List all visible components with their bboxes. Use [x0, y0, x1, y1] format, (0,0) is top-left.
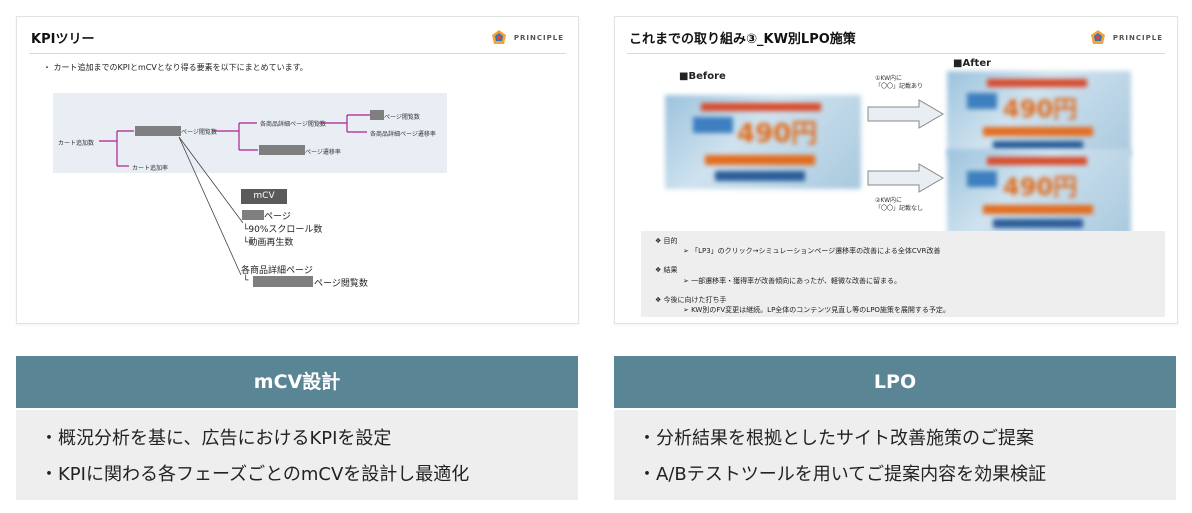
mcv-line: ページ [264, 212, 291, 222]
tree-rate-label: カート追加率 [132, 165, 169, 172]
note-top-text: ①KW内に 「〇〇」記載あり [875, 75, 924, 90]
arrow-right-icon [867, 99, 944, 129]
after-label: ■After [953, 58, 992, 69]
tree-product-views-label: 各商品詳細ページ閲覧数 [260, 121, 326, 128]
banner-price: 490円 [737, 119, 818, 149]
redacted-box [259, 145, 305, 155]
lpo-caption: LPO [614, 356, 1176, 408]
note-bottom: ②KW内に 「〇〇」記載なし [875, 197, 923, 213]
redacted-box [370, 110, 384, 120]
description-item: ・A/Bテストツールを用いてご提案内容を効果検証 [638, 464, 1047, 485]
summary-heading: ❖ 目的 [655, 237, 678, 245]
slide-title: これまでの取り組み③_KW別LPO施策 [629, 32, 856, 47]
tree-page-views-2-label: ページ閲覧数 [384, 114, 420, 121]
summary-body: ➢ 「LP3」のクリック→シミュレーションページ遷移率の改善による全体CVR改善 [683, 247, 941, 255]
description-item: ・分析結果を根拠としたサイト改善施策のご提案 [638, 428, 1034, 449]
tree-root-label: カート追加数 [58, 140, 95, 147]
lpo-description: ・分析結果を根拠としたサイト改善施策のご提案 ・A/Bテストツールを用いてご提案… [614, 410, 1176, 500]
before-label: ■Before [679, 71, 726, 82]
redacted-box [242, 210, 264, 220]
summary-body: ➢ KW別のFV変更は継続。LP全体のコンテンツ見直し等のLPO施策を展開する予… [683, 306, 950, 314]
logo-mark-icon [1090, 30, 1105, 44]
note-bottom-text: ②KW内に 「〇〇」記載なし [875, 197, 924, 212]
description-item: ・KPIに関わる各フェーズごとのmCVを設計し最適化 [40, 464, 470, 485]
mcv-line: └ [243, 276, 249, 286]
mcv-design-description: ・概況分析を基に、広告におけるKPIを設定 ・KPIに関わる各フェーズごとのmC… [16, 410, 578, 500]
before-banner-image: 490円 [665, 95, 861, 189]
banner-price: 490円 [1003, 95, 1078, 123]
summary-heading: ❖ 結果 [655, 266, 678, 274]
lpo-slide: これまでの取り組み③_KW別LPO施策 PRINCIPLE ■Before ■A… [614, 16, 1178, 324]
summary-heading: ❖ 今後に向けた打ち手 [655, 296, 727, 304]
note-top: ①KW内に 「〇〇」記載あり [875, 75, 923, 91]
after-banner-image-2: 490円 [947, 149, 1131, 235]
title-divider [627, 53, 1165, 54]
logo-text: PRINCIPLE [1112, 34, 1163, 42]
after-banner-image-1: 490円 [947, 71, 1131, 157]
mcv-line: └90%スクロール数 [243, 225, 323, 235]
mcv-line: 各商品詳細ページ [241, 266, 313, 276]
kpi-tree-slide: KPIツリー PRINCIPLE ・ カート追加までのKPIとmCVとなり得る要… [16, 16, 579, 324]
tree-product-transition-label: 各商品詳細ページ遷移率 [370, 131, 436, 138]
redacted-box [135, 126, 181, 136]
mcv-badge: mCV [241, 189, 287, 204]
summary-box: ❖ 目的 ➢ 「LP3」のクリック→シミュレーションページ遷移率の改善による全体… [641, 231, 1165, 317]
arrow-right-icon [867, 163, 944, 193]
principle-logo: PRINCIPLE [1089, 29, 1163, 47]
description-item: ・概況分析を基に、広告におけるKPIを設定 [40, 428, 392, 449]
tree-transition-label: ページ遷移率 [305, 149, 341, 156]
summary-body: ➢ 一部遷移率・獲得率が改善傾向にあったが、軽微な改善に留まる。 [683, 277, 901, 285]
redacted-box [253, 276, 313, 287]
banner-price: 490円 [1003, 173, 1078, 201]
mcv-line: ページ閲覧数 [314, 279, 368, 289]
mcv-design-caption: mCV設計 [16, 356, 578, 408]
mcv-line: └動画再生数 [243, 238, 294, 248]
tree-page-views-label: ページ閲覧数 [181, 129, 217, 136]
